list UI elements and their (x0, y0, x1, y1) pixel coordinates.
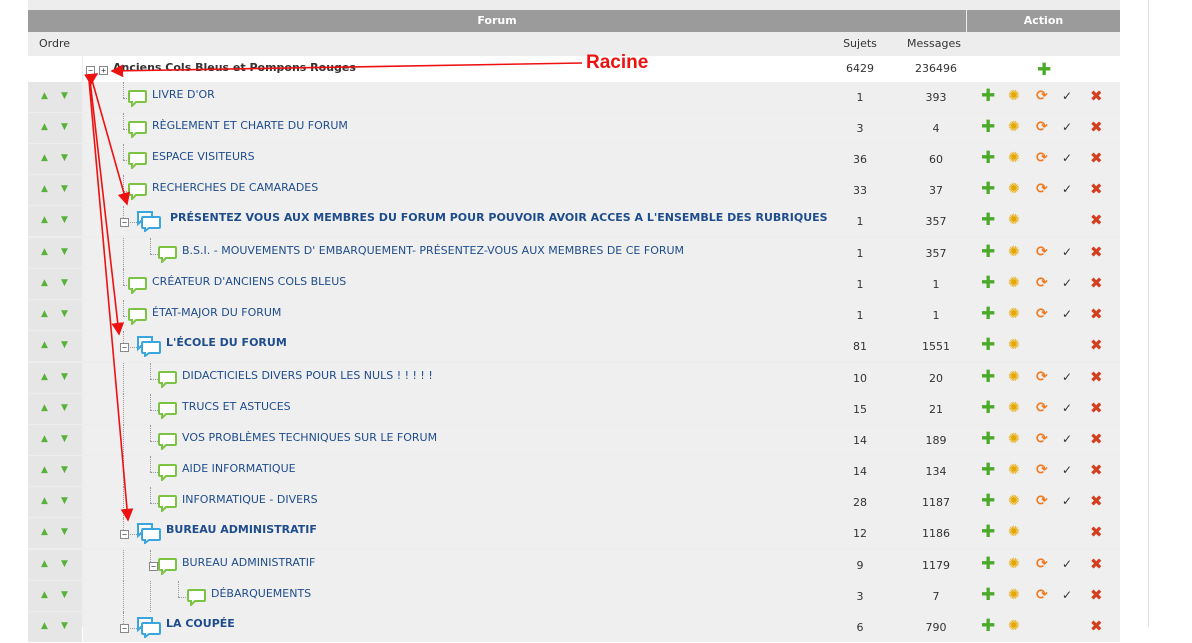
arrow-to-ecole-category (89, 79, 125, 336)
arrow-to-root (110, 62, 583, 78)
annotation-arrows (84, 62, 583, 522)
arrow-to-bureau-category (88, 79, 134, 522)
arrow-up-root-toggle (84, 73, 99, 86)
